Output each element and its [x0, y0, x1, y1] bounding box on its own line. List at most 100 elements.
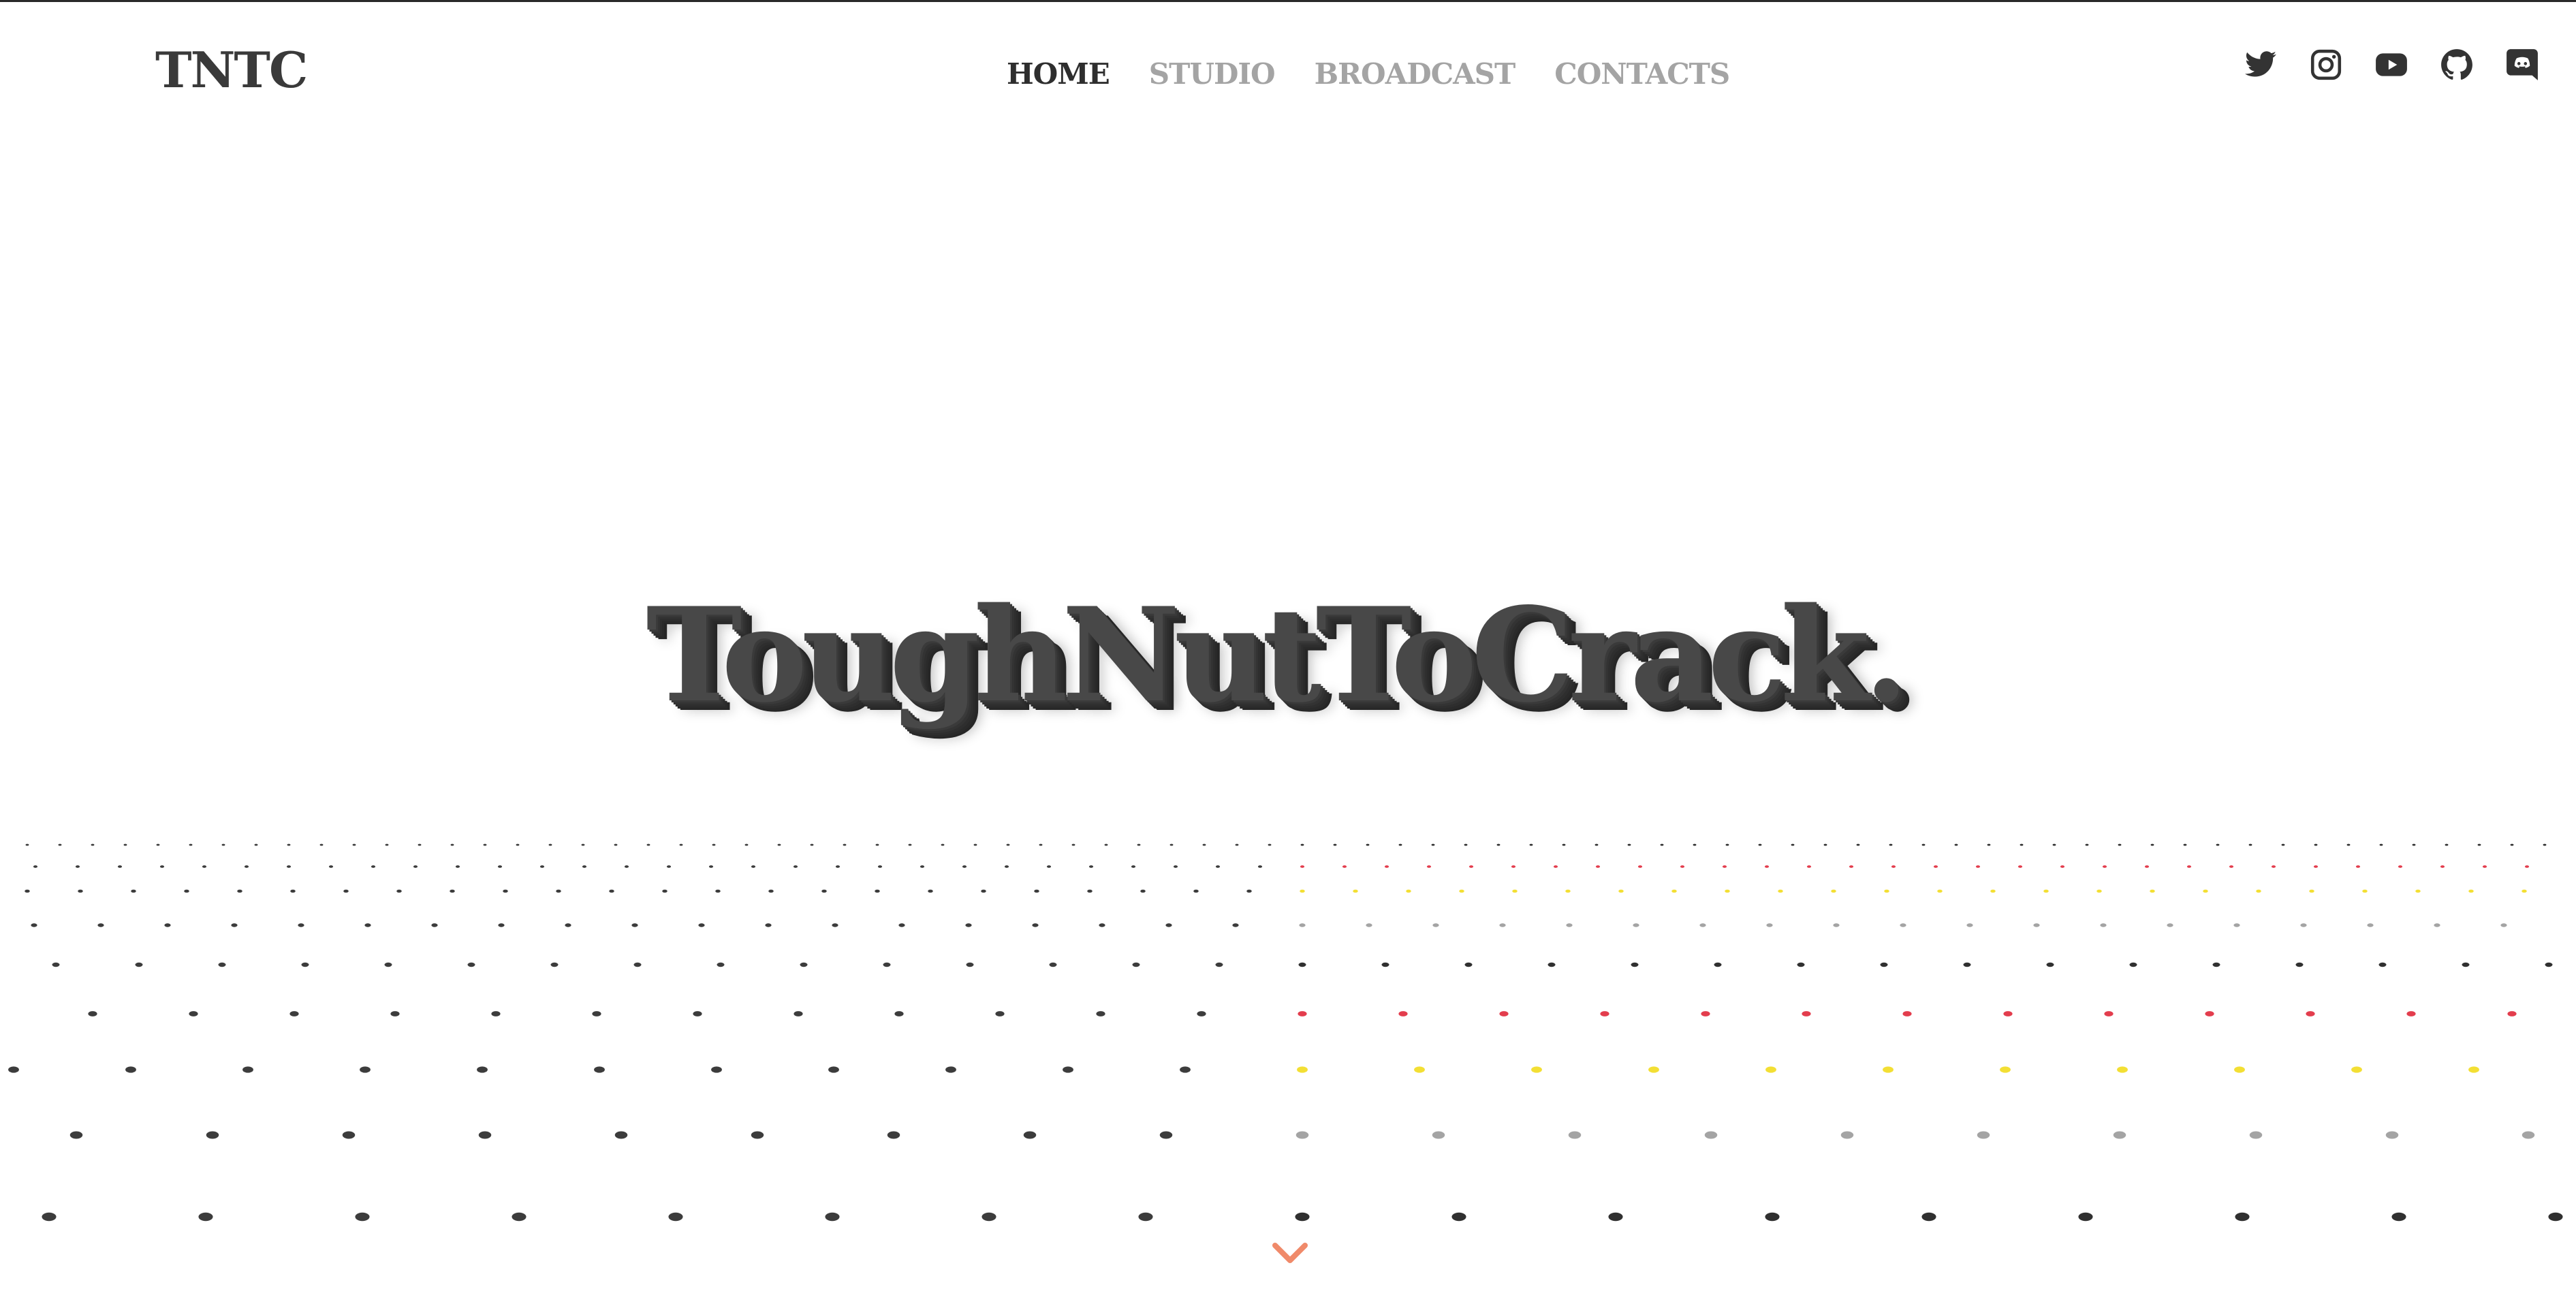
github-icon[interactable] — [2440, 48, 2474, 82]
instagram-icon[interactable] — [2309, 48, 2343, 82]
field-dot — [875, 889, 880, 893]
field-dot — [503, 889, 508, 893]
twitter-icon[interactable] — [2244, 48, 2278, 82]
field-dot — [2434, 923, 2440, 927]
discord-icon[interactable] — [2505, 48, 2539, 82]
field-dot — [2462, 962, 2470, 967]
field-dot — [821, 889, 827, 893]
field-dot — [2212, 962, 2220, 967]
field-dot — [2468, 1066, 2479, 1073]
field-dot — [633, 962, 642, 967]
field-dot — [1764, 865, 1770, 868]
field-dot — [2379, 843, 2383, 846]
field-dot — [1680, 865, 1685, 868]
field-dot — [2033, 923, 2040, 927]
field-dot — [631, 923, 638, 927]
field-dot — [431, 923, 438, 927]
field-dot — [2362, 889, 2368, 893]
field-dot — [244, 865, 249, 868]
field-dot — [69, 1131, 83, 1139]
field-dot — [478, 1131, 492, 1139]
field-dot — [2507, 1011, 2517, 1016]
field-dot — [1568, 1131, 1582, 1139]
nav-broadcast[interactable]: BROADCAST — [1315, 57, 1516, 91]
field-dot — [78, 889, 83, 893]
field-dot — [371, 865, 376, 868]
field-dot — [2522, 889, 2527, 893]
field-dot — [1921, 1212, 1936, 1222]
field-dot — [231, 923, 238, 927]
field-dot — [413, 865, 418, 868]
youtube-icon[interactable] — [2374, 48, 2408, 82]
field-dot — [1232, 923, 1239, 927]
field-dot — [2524, 865, 2530, 868]
field-dot — [825, 1212, 840, 1222]
field-dot — [698, 923, 705, 927]
field-dot — [319, 843, 324, 846]
field-dot — [679, 843, 683, 846]
field-dot — [1566, 923, 1573, 927]
field-dot — [765, 923, 772, 927]
field-dot — [624, 865, 629, 868]
field-dot — [1165, 923, 1172, 927]
field-dot — [1595, 843, 1599, 846]
field-dot — [237, 889, 242, 893]
field-dot — [1049, 962, 1057, 967]
field-dot — [887, 1131, 900, 1139]
social-links — [2244, 48, 2539, 82]
field-dot — [1553, 865, 1558, 868]
field-dot — [1406, 889, 1411, 893]
field-dot — [1173, 865, 1178, 868]
field-dot — [668, 1212, 683, 1222]
field-dot — [497, 865, 503, 868]
nav-contacts[interactable]: CONTACTS — [1554, 57, 1730, 91]
field-dot — [768, 889, 774, 893]
field-dot — [1565, 889, 1571, 893]
field-dot — [202, 865, 207, 868]
field-dot — [1099, 923, 1105, 927]
field-dot — [883, 962, 891, 967]
chevron-down-icon[interactable] — [1271, 1240, 1309, 1267]
field-dot — [2017, 865, 2023, 868]
field-dot — [646, 843, 650, 846]
field-dot — [52, 962, 60, 967]
nav-studio[interactable]: STUDIO — [1149, 57, 1276, 91]
brand-logo[interactable]: TNTC — [155, 41, 308, 99]
field-dot — [1990, 889, 1996, 893]
field-dot — [198, 1212, 213, 1222]
field-dot — [31, 923, 37, 927]
field-dot — [539, 865, 545, 868]
field-dot — [2300, 923, 2307, 927]
field-dot — [1831, 889, 1836, 893]
field-dot — [1431, 843, 1435, 846]
field-dot — [1451, 1212, 1466, 1222]
field-dot — [1693, 843, 1697, 846]
field-dot — [2096, 889, 2102, 893]
field-dot — [1006, 843, 1010, 846]
field-dot — [1004, 865, 1009, 868]
field-dot — [1137, 843, 1141, 846]
field-dot — [1714, 962, 1722, 967]
nav-home[interactable]: HOME — [1007, 57, 1110, 91]
field-dot — [396, 889, 402, 893]
field-dot — [1088, 865, 1094, 868]
field-dot — [1966, 923, 1973, 927]
field-dot — [385, 843, 389, 846]
field-dot — [1299, 923, 1306, 927]
field-dot — [1631, 962, 1639, 967]
field-dot — [2234, 1066, 2245, 1073]
field-dot — [2309, 889, 2314, 893]
field-dot — [1633, 923, 1639, 927]
field-dot — [1884, 889, 1889, 893]
field-dot — [189, 1011, 198, 1016]
field-dot — [828, 1066, 839, 1073]
field-dot — [342, 1131, 356, 1139]
main-nav: HOME STUDIO BROADCAST CONTACTS — [1007, 53, 1730, 94]
field-dot — [835, 865, 841, 868]
field-dot — [1215, 962, 1223, 967]
field-dot — [491, 1011, 501, 1016]
field-dot — [2000, 1066, 2011, 1073]
field-dot — [711, 1066, 722, 1073]
field-dot — [2150, 843, 2154, 846]
field-dot — [2052, 843, 2056, 846]
